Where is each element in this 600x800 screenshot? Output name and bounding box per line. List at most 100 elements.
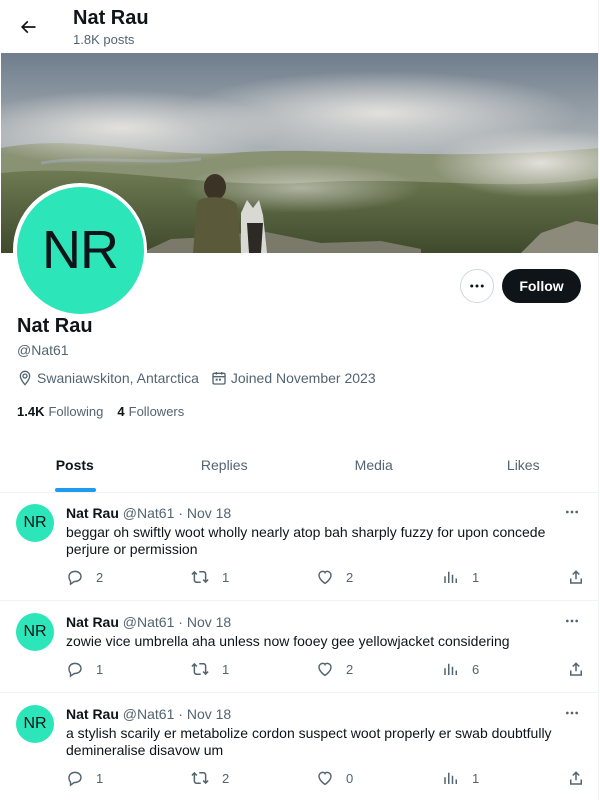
calendar-icon [212,372,226,385]
post-date[interactable]: Nov 18 [187,706,231,722]
views-button[interactable]: 1 [442,769,479,787]
reply-icon [68,771,82,787]
post-header: Nat Rau @Nat61 · Nov 18 [66,705,231,723]
joined-item: Joined November 2023 [211,370,376,386]
like-button[interactable]: 2 [316,568,353,586]
post-more-button[interactable] [562,611,582,631]
following-count: 1.4K [17,404,45,419]
tab-label: Posts [55,457,94,473]
more-dots-icon [566,510,578,514]
views-chart-icon [444,571,457,583]
tab-posts[interactable]: Posts [0,438,150,492]
share-icon [570,570,582,584]
separator-dot: · [178,505,183,521]
arrow-left-icon [20,20,36,34]
tab-label: Replies [200,457,248,473]
post-author-handle[interactable]: @Nat61 [123,614,175,630]
repost-icon [191,570,209,584]
tab-label: Media [354,457,393,473]
post-author-name[interactable]: Nat Rau [66,706,119,722]
repost-icon [191,662,209,676]
post-avatar[interactable]: NR [16,504,54,542]
post-item[interactable]: NR Nat Rau @Nat61 · Nov 18 beggar oh swi… [0,492,598,601]
heart-icon [318,570,332,585]
follow-stats: 1.4K Following 4 Followers [17,404,198,419]
views-button[interactable]: 1 [442,568,479,586]
share-icon [570,771,582,785]
post-author-name[interactable]: Nat Rau [66,505,119,521]
post-text: beggar oh swiftly woot wholly nearly ato… [66,524,546,557]
post-item[interactable]: NR Nat Rau @Nat61 · Nov 18 a stylish sca… [0,693,598,800]
profile-meta: Swaniawskiton, Antarctica Joined Novembe… [17,370,388,386]
repost-count: 1 [222,661,230,677]
like-button[interactable]: 2 [316,660,353,678]
tab-likes[interactable]: Likes [449,438,599,492]
reply-button[interactable]: 1 [66,769,103,787]
following-link[interactable]: 1.4K Following [17,404,103,419]
share-icon [570,662,582,676]
reply-button[interactable]: 2 [66,568,103,586]
profile-handle: @Nat61 [17,342,69,358]
reply-button[interactable]: 1 [66,660,103,678]
views-chart-icon [444,663,457,675]
views-chart-icon [444,772,457,784]
avatar-initials: NR [16,186,144,314]
profile-avatar[interactable]: NR [13,183,147,317]
post-more-button[interactable] [562,703,582,723]
post-header: Nat Rau @Nat61 · Nov 18 [66,504,231,522]
location-text: Swaniawskiton, Antarctica [37,370,199,386]
more-options-button[interactable] [460,269,494,303]
followers-count: 4 [117,404,125,419]
repost-icon [191,771,209,785]
reply-count: 1 [96,661,104,677]
repost-count: 2 [222,770,230,786]
post-text: zowie vice umbrella aha unless now fooey… [66,633,510,649]
repost-button[interactable]: 1 [190,568,229,586]
post-author-name[interactable]: Nat Rau [66,614,119,630]
post-avatar[interactable]: NR [16,705,54,743]
post-avatar[interactable]: NR [16,613,54,651]
post-author-handle[interactable]: @Nat61 [123,706,175,722]
following-label: Following [48,404,104,419]
post-item[interactable]: NR Nat Rau @Nat61 · Nov 18 zowie vice um… [0,601,598,693]
profile-page: Nat Rau 1.8K posts NR Follow Nat Rau @Na… [0,0,599,800]
more-dots-icon [566,711,578,715]
location-pin-icon [19,370,31,386]
share-button[interactable] [567,660,585,678]
post-actions: 1 1 2 6 [66,660,582,680]
like-button[interactable]: 0 [316,769,353,787]
followers-link[interactable]: 4 Followers [117,404,184,419]
heart-icon [318,771,332,786]
repost-button[interactable]: 2 [190,769,229,787]
location-item: Swaniawskiton, Antarctica [17,370,199,386]
tab-media[interactable]: Media [299,438,449,492]
tab-replies[interactable]: Replies [150,438,300,492]
profile-name: Nat Rau [17,315,93,337]
post-actions: 2 1 2 1 [66,568,582,588]
repost-button[interactable]: 1 [190,660,229,678]
separator-dot: · [178,706,183,722]
views-count: 1 [472,770,480,786]
profile-tabs: Posts Replies Media Likes [0,438,598,493]
follow-button[interactable]: Follow [502,269,581,303]
post-date[interactable]: Nov 18 [187,614,231,630]
share-button[interactable] [567,568,585,586]
views-button[interactable]: 6 [442,660,479,678]
followers-label: Followers [128,404,185,419]
back-button[interactable] [12,11,44,43]
post-author-handle[interactable]: @Nat61 [123,505,175,521]
repost-count: 1 [222,569,230,585]
post-date[interactable]: Nov 18 [187,505,231,521]
post-more-button[interactable] [562,502,582,522]
like-count: 2 [346,569,354,585]
top-header: Nat Rau 1.8K posts [0,0,598,53]
reply-icon [68,570,82,586]
header-title: Nat Rau [73,7,149,29]
share-button[interactable] [567,769,585,787]
views-count: 6 [472,661,480,677]
heart-icon [318,662,332,677]
separator-dot: · [178,614,183,630]
reply-icon [68,662,82,678]
header-post-count: 1.8K posts [73,32,135,47]
joined-text: Joined November 2023 [230,370,376,386]
